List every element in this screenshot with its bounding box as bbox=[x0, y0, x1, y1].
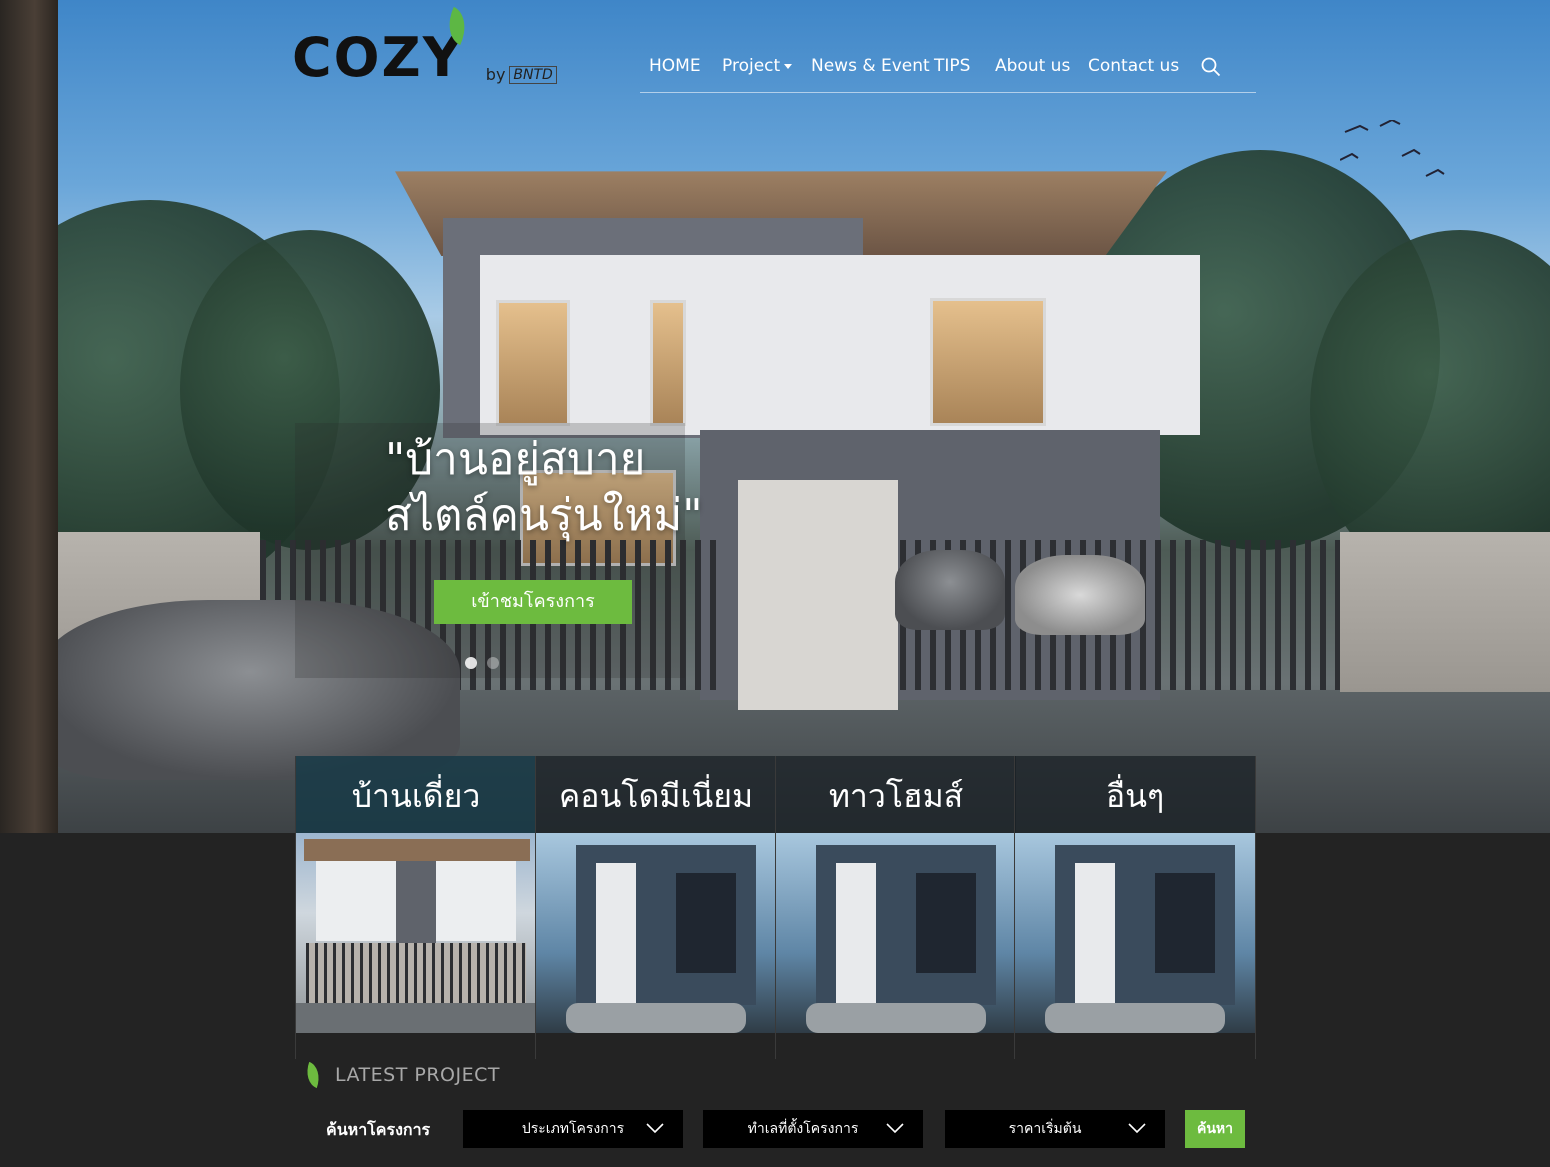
hero-caption-line2: สไตล์คนรุ่นใหม่" bbox=[385, 490, 703, 541]
nav-contact-us[interactable]: Contact us bbox=[1088, 54, 1179, 78]
starting-price-select[interactable]: ราคาเริ่มต้น bbox=[945, 1110, 1165, 1148]
search-label: ค้นหาโครงการ bbox=[326, 1120, 431, 1139]
nav-about-us[interactable]: About us bbox=[995, 54, 1070, 78]
hero-caption-line1: "บ้านอยู่สบาย bbox=[385, 434, 646, 485]
category-card-others[interactable]: อื่นๆ bbox=[1014, 756, 1256, 1059]
category-card-single-house[interactable]: บ้านเดี่ยว bbox=[295, 756, 536, 1059]
latest-project-heading: LATEST PROJECT bbox=[301, 1061, 500, 1089]
latest-project-title: LATEST PROJECT bbox=[335, 1064, 500, 1086]
slide-dot-1[interactable] bbox=[465, 657, 477, 669]
gate-pillar bbox=[738, 480, 898, 710]
select-value: ทำเลที่ตั้งโครงการ bbox=[747, 1121, 859, 1137]
project-location-select[interactable]: ทำเลที่ตั้งโครงการ bbox=[703, 1110, 923, 1148]
category-image bbox=[296, 833, 536, 1033]
search-button[interactable]: ค้นหา bbox=[1185, 1110, 1245, 1148]
chevron-down-icon bbox=[886, 1123, 904, 1134]
house-window bbox=[496, 300, 570, 426]
view-project-button[interactable]: เข้าชมโครงการ bbox=[434, 580, 632, 624]
nav-news-event[interactable]: News & Event bbox=[811, 54, 930, 78]
tree-trunk bbox=[0, 0, 58, 833]
category-image bbox=[1015, 833, 1255, 1033]
logo-by: by bbox=[485, 65, 506, 84]
house-window bbox=[650, 300, 686, 426]
select-value: ราคาเริ่มต้น bbox=[1008, 1121, 1082, 1137]
chevron-down-icon bbox=[1128, 1123, 1146, 1134]
logo[interactable]: COZY by BNTD bbox=[292, 30, 557, 86]
category-title: บ้านเดี่ยว bbox=[296, 756, 536, 833]
category-image bbox=[536, 833, 776, 1033]
logo-text: COZY bbox=[292, 26, 464, 89]
front-wall bbox=[1340, 532, 1550, 692]
project-type-select[interactable]: ประเภทโครงการ bbox=[463, 1110, 683, 1148]
nav-tips[interactable]: TIPS bbox=[934, 54, 970, 78]
category-image bbox=[776, 833, 1016, 1033]
nav-project-label: Project bbox=[722, 56, 781, 76]
leaf-icon bbox=[301, 1061, 325, 1089]
nav-divider bbox=[640, 92, 1256, 93]
category-card-condominium[interactable]: คอนโดมีเนี่ยม bbox=[535, 756, 776, 1059]
select-value: ประเภทโครงการ bbox=[521, 1121, 625, 1137]
hero-banner bbox=[0, 0, 1550, 833]
search-icon[interactable] bbox=[1201, 57, 1221, 77]
nav-home[interactable]: HOME bbox=[649, 54, 701, 78]
category-title: อื่นๆ bbox=[1015, 756, 1255, 833]
caret-down-icon bbox=[784, 63, 793, 69]
house-window bbox=[930, 298, 1046, 426]
category-title: คอนโดมีเนี่ยม bbox=[536, 756, 776, 833]
car bbox=[1015, 555, 1145, 635]
logo-company: BNTD bbox=[509, 66, 557, 84]
nav-project[interactable]: Project bbox=[722, 54, 793, 78]
category-title: ทาวโฮมส์ bbox=[776, 756, 1016, 833]
chevron-down-icon bbox=[646, 1123, 664, 1134]
car bbox=[895, 550, 1005, 630]
house-upper-floor bbox=[480, 255, 1200, 435]
birds-icon bbox=[1340, 120, 1445, 177]
category-card-townhome[interactable]: ทาวโฮมส์ bbox=[775, 756, 1016, 1059]
slide-dot-2[interactable] bbox=[487, 657, 499, 669]
hero-caption: "บ้านอยู่สบาย สไตล์คนรุ่นใหม่" bbox=[385, 432, 702, 544]
